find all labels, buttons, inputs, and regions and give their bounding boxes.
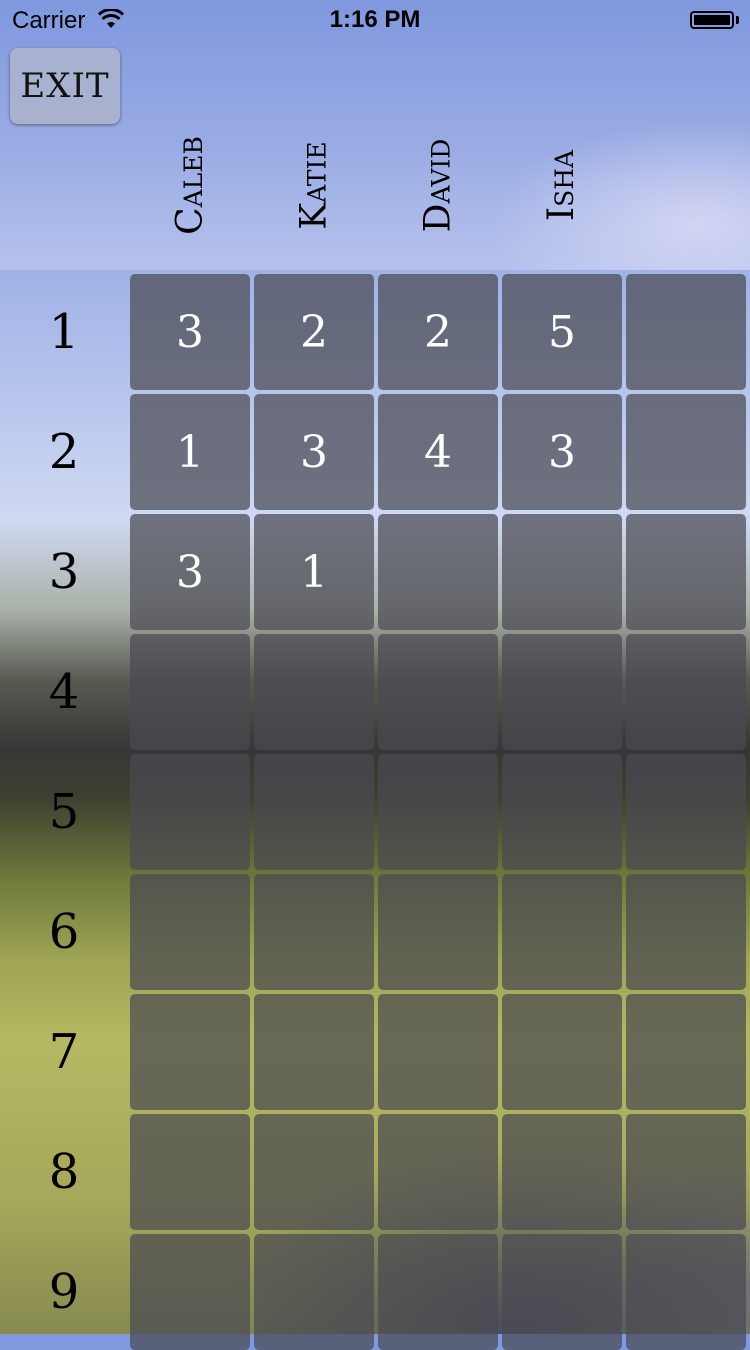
score-cell[interactable] <box>626 634 746 750</box>
player-header[interactable]: Katie <box>254 120 374 250</box>
player-name: Caleb <box>169 135 211 235</box>
score-cell[interactable] <box>626 1114 746 1230</box>
score-cell[interactable]: 1 <box>130 394 250 510</box>
score-cell[interactable] <box>626 274 746 390</box>
round-label: 1 <box>48 304 80 360</box>
score-cell[interactable]: 3 <box>502 394 622 510</box>
score-cell[interactable] <box>626 1234 746 1350</box>
status-bar: Carrier 1:16 PM <box>0 0 750 40</box>
score-cell[interactable] <box>378 514 498 630</box>
player-name: Katie <box>293 140 335 230</box>
score-cell[interactable] <box>254 1114 374 1230</box>
score-cell[interactable] <box>130 994 250 1110</box>
player-header[interactable]: Isha <box>502 120 622 250</box>
score-cell[interactable] <box>378 1234 498 1350</box>
exit-button[interactable]: EXIT <box>10 48 120 124</box>
player-name: David <box>417 138 459 232</box>
score-cell[interactable] <box>254 754 374 870</box>
score-cell[interactable]: 3 <box>130 274 250 390</box>
score-cell[interactable] <box>502 514 622 630</box>
score-cell[interactable] <box>378 994 498 1110</box>
score-cell[interactable] <box>626 394 746 510</box>
round-label: 3 <box>48 544 80 600</box>
score-cell[interactable] <box>130 754 250 870</box>
score-cell[interactable] <box>254 634 374 750</box>
score-cell[interactable] <box>502 754 622 870</box>
score-cell[interactable]: 5 <box>502 274 622 390</box>
score-cell[interactable] <box>254 1234 374 1350</box>
score-cell[interactable] <box>378 1114 498 1230</box>
score-cell[interactable] <box>626 754 746 870</box>
score-cell[interactable] <box>502 874 622 990</box>
round-label: 4 <box>48 664 80 720</box>
score-cell[interactable] <box>130 874 250 990</box>
score-cell[interactable]: 3 <box>130 514 250 630</box>
score-cell[interactable] <box>502 634 622 750</box>
score-cell[interactable] <box>378 754 498 870</box>
round-label: 7 <box>48 1024 80 1080</box>
score-cell[interactable] <box>502 1114 622 1230</box>
battery-tip <box>736 16 739 24</box>
round-label: 8 <box>48 1144 80 1200</box>
score-cell[interactable] <box>130 634 250 750</box>
round-label: 9 <box>48 1264 80 1320</box>
score-cell[interactable] <box>502 994 622 1110</box>
score-cell[interactable] <box>130 1234 250 1350</box>
clock: 1:16 PM <box>329 6 421 33</box>
player-header[interactable]: David <box>378 120 498 250</box>
score-cell[interactable] <box>502 1234 622 1350</box>
score-cell[interactable] <box>378 874 498 990</box>
round-label: 2 <box>48 424 80 480</box>
battery-icon <box>690 11 734 29</box>
score-cell[interactable]: 3 <box>254 394 374 510</box>
round-label: 6 <box>48 904 80 960</box>
score-cell[interactable] <box>130 1114 250 1230</box>
score-cell[interactable]: 1 <box>254 514 374 630</box>
score-cell[interactable]: 2 <box>378 274 498 390</box>
score-cell[interactable]: 2 <box>254 274 374 390</box>
score-cell[interactable]: 4 <box>378 394 498 510</box>
player-header[interactable] <box>626 120 746 250</box>
score-cell[interactable] <box>626 874 746 990</box>
player-header[interactable]: Caleb <box>130 120 250 250</box>
score-cell[interactable] <box>254 874 374 990</box>
score-cell[interactable] <box>378 634 498 750</box>
player-name: Isha <box>541 149 583 221</box>
score-cell[interactable] <box>254 994 374 1110</box>
score-cell[interactable] <box>626 514 746 630</box>
score-cell[interactable] <box>626 994 746 1110</box>
round-label: 5 <box>48 784 80 840</box>
